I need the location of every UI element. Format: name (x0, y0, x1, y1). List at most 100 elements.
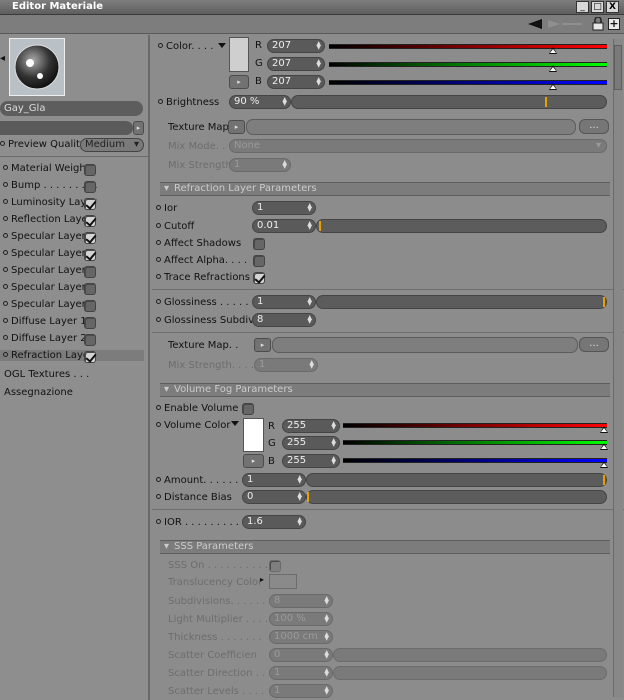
cutoff-field[interactable]: 0.01 ▲ ▼ (252, 219, 316, 233)
spinner-icon[interactable]: ▲ ▼ (331, 456, 336, 466)
new-panel-icon[interactable]: + (608, 18, 620, 30)
texture-map-arrow[interactable]: ▸ (228, 120, 245, 134)
spinner-icon[interactable]: ▲ ▼ (324, 686, 329, 696)
brightness-slider-handle[interactable] (545, 97, 547, 107)
spinner-icon[interactable]: ▲ ▼ (307, 297, 312, 307)
refraction-mix-strength-field[interactable]: 1 ▲ ▼ (254, 358, 318, 372)
brightness-slider[interactable] (291, 95, 607, 109)
spinner-icon[interactable]: ▲ ▼ (307, 315, 312, 325)
refraction-texture-map-slot[interactable] (272, 337, 578, 353)
volume-color-swatch[interactable] (243, 418, 264, 452)
spinner-icon[interactable]: ▲ ▼ (316, 59, 321, 69)
spinner-icon[interactable]: ▲ ▼ (297, 475, 302, 485)
title-bar[interactable]: Editor Materiale _ □ X (0, 0, 624, 15)
maximize-button[interactable]: □ (591, 1, 604, 13)
channel-item[interactable]: Specular Layer 4 (3, 282, 95, 293)
affect-alpha-checkbox[interactable] (253, 255, 265, 267)
green-value-field[interactable]: 207 ▲ ▼ (267, 57, 325, 71)
spinner-icon[interactable]: ▲ ▼ (282, 97, 287, 107)
back-arrow-icon[interactable] (528, 19, 542, 29)
cutoff-slider[interactable] (316, 219, 607, 233)
channel-checkbox[interactable] (84, 249, 96, 261)
material-search-field[interactable] (0, 121, 133, 135)
glossiness-slider[interactable] (316, 295, 607, 309)
refraction-texture-map-arrow[interactable]: ▸ (254, 338, 271, 352)
blue-value-field[interactable]: 207 ▲ ▼ (267, 75, 325, 89)
ogl-textures-item[interactable]: OGL Textures . . . (4, 369, 89, 380)
channel-item[interactable]: Luminosity Layer (3, 197, 97, 208)
spinner-icon[interactable]: ▲ ▼ (324, 632, 329, 642)
spinner-icon[interactable]: ▲ ▼ (324, 596, 329, 606)
glossiness-field[interactable]: 1 ▲ ▼ (252, 295, 316, 309)
spinner-icon[interactable]: ▲ ▼ (324, 668, 329, 678)
channel-item[interactable]: Material Weight (3, 163, 90, 174)
distance-bias-slider-handle[interactable] (307, 492, 309, 502)
channel-item[interactable]: Specular Layer 5 (3, 299, 95, 310)
mix-mode-dropdown[interactable]: None ▾ (229, 139, 607, 153)
cutoff-slider-handle[interactable] (319, 221, 321, 231)
green-slider-handle[interactable] (549, 65, 557, 72)
dropdown-triangle-icon[interactable] (218, 43, 226, 49)
subdivisions-field[interactable]: 8 ▲ ▼ (269, 594, 333, 608)
channel-checkbox[interactable] (84, 300, 96, 312)
channel-item[interactable]: Diffuse Layer 1 (3, 316, 87, 327)
enable-volume-checkbox[interactable] (242, 403, 254, 415)
scatter-coefficient-field[interactable]: 0 ▲ ▼ (269, 648, 333, 662)
mix-strength-field[interactable]: 1 ▲ ▼ (229, 158, 291, 172)
preview-quality-dropdown[interactable]: Medium ▾ (80, 138, 144, 152)
channel-checkbox[interactable] (84, 198, 96, 210)
channel-checkbox[interactable] (84, 334, 96, 346)
spinner-icon[interactable]: ▲ ▼ (324, 614, 329, 624)
channel-item[interactable]: Specular Layer 3 (3, 265, 95, 276)
scrollbar-thumb[interactable] (614, 45, 622, 90)
spinner-icon[interactable]: ▲ ▼ (297, 517, 302, 527)
red-value-field[interactable]: 207 ▲ ▼ (267, 39, 325, 53)
spinner-icon[interactable]: ▲ ▼ (307, 221, 312, 231)
spinner-icon[interactable]: ▲ ▼ (282, 160, 287, 170)
volume-red-slider-handle[interactable] (600, 426, 608, 433)
spinner-icon[interactable]: ▲ ▼ (324, 650, 329, 660)
sss-on-checkbox[interactable] (269, 560, 281, 572)
channel-checkbox[interactable] (84, 266, 96, 278)
ior-field[interactable]: 1 ▲ ▼ (252, 201, 316, 215)
volume-blue-field[interactable]: 255 ▲ ▼ (282, 454, 340, 468)
glossiness-slider-handle[interactable] (603, 297, 605, 307)
volume-ior-field[interactable]: 1.6 ▲ ▼ (242, 515, 306, 529)
lock-icon[interactable] (592, 17, 604, 31)
amount-slider[interactable] (306, 473, 607, 487)
amount-slider-handle[interactable] (603, 475, 605, 485)
volume-green-field[interactable]: 255 ▲ ▼ (282, 436, 340, 450)
close-button[interactable]: X (606, 1, 619, 13)
collapse-arrow-icon[interactable]: ◂ (0, 53, 5, 64)
channel-checkbox[interactable] (84, 164, 96, 176)
spinner-icon[interactable]: ▲ ▼ (309, 360, 314, 370)
distance-bias-slider[interactable] (306, 490, 607, 504)
channel-item[interactable]: Specular Layer 2 (3, 248, 95, 259)
scatter-coefficient-slider[interactable] (333, 648, 607, 662)
forward-arrow-icon[interactable] (546, 19, 586, 29)
volume-color-expand-button[interactable]: ▸ (243, 454, 264, 468)
dropdown-triangle-icon[interactable] (231, 421, 239, 427)
color-swatch[interactable] (229, 37, 249, 72)
channel-item[interactable]: Diffuse Layer 2 (3, 333, 87, 344)
volume-fog-section-header[interactable]: ▾ Volume Fog Parameters (160, 383, 610, 397)
refraction-section-header[interactable]: ▾ Refraction Layer Parameters (160, 182, 610, 196)
sss-section-header[interactable]: ▾ SSS Parameters (160, 540, 610, 554)
texture-map-browse-button[interactable]: ... (579, 119, 609, 134)
refraction-texture-map-browse-button[interactable]: ... (579, 337, 609, 352)
scatter-levels-field[interactable]: 1 ▲ ▼ (269, 684, 333, 698)
volume-red-gradient-slider[interactable] (343, 423, 607, 428)
red-gradient-slider[interactable] (329, 44, 607, 49)
channel-item[interactable]: Specular Layer 1 (3, 231, 95, 242)
channel-checkbox[interactable] (84, 351, 96, 363)
spinner-icon[interactable]: ▲ ▼ (331, 438, 336, 448)
volume-blue-gradient-slider[interactable] (343, 458, 607, 463)
blue-slider-handle[interactable] (549, 83, 557, 90)
volume-blue-slider-handle[interactable] (600, 461, 608, 468)
material-name-field[interactable]: Gay_Gla (0, 101, 143, 116)
translucency-color-swatch[interactable] (269, 574, 297, 589)
spinner-icon[interactable]: ▲ ▼ (316, 41, 321, 51)
channel-checkbox[interactable] (84, 317, 96, 329)
volume-red-field[interactable]: 255 ▲ ▼ (282, 419, 340, 433)
spinner-icon[interactable]: ▲ ▼ (331, 421, 336, 431)
